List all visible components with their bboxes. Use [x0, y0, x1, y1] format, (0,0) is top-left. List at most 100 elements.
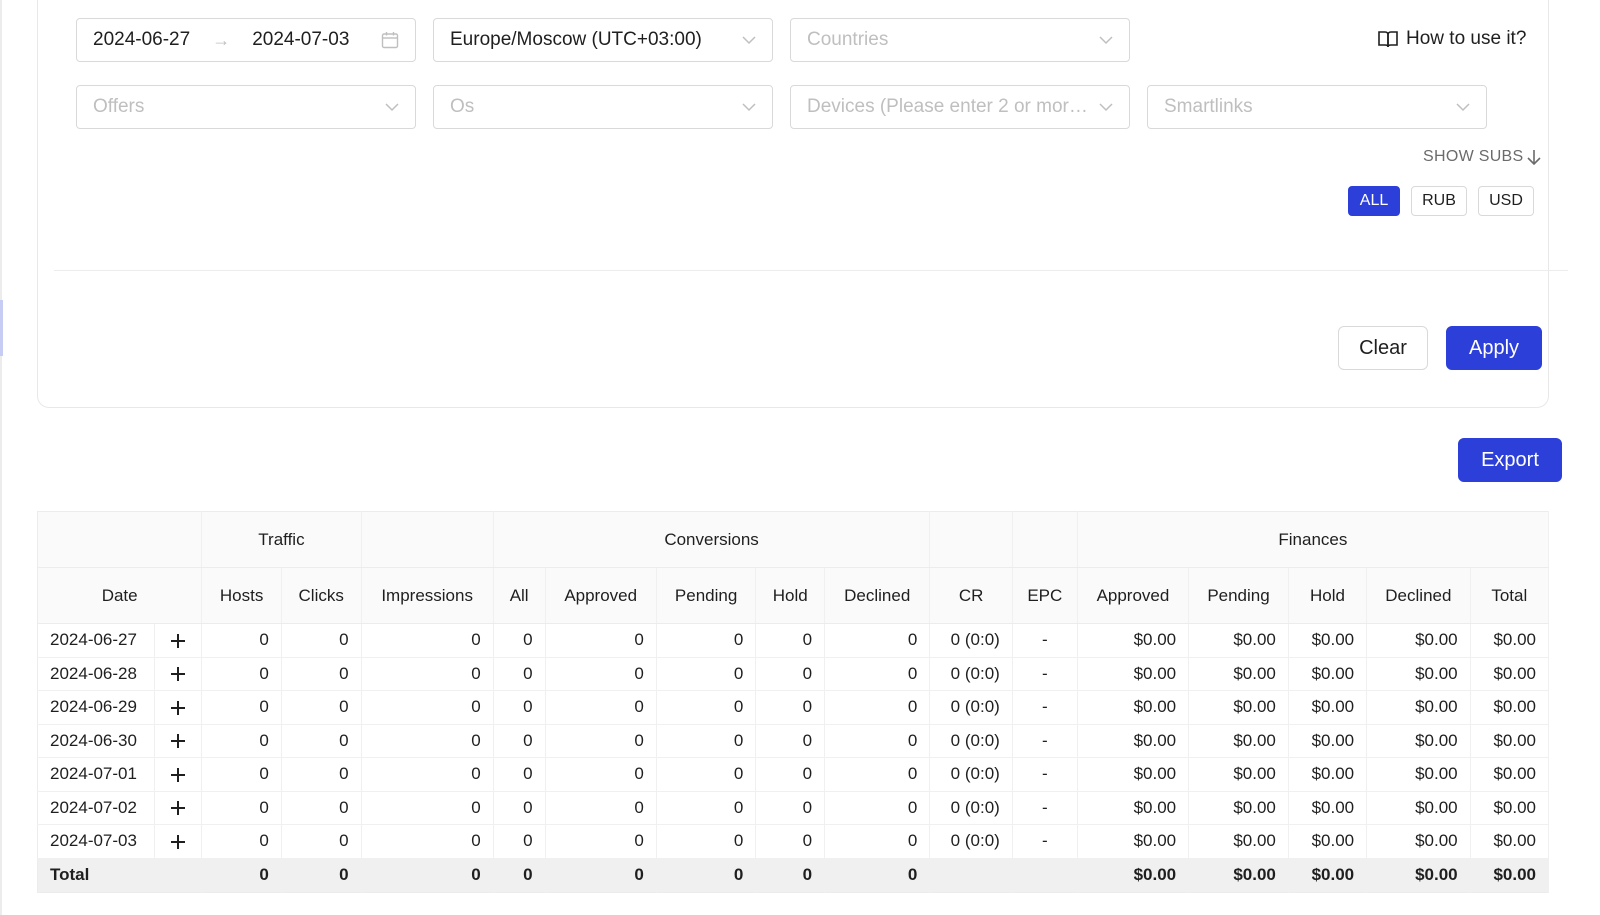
- cell-fin-total: $0.00: [1470, 657, 1550, 691]
- cell-conv-declined: 0: [824, 757, 931, 792]
- cell-conv-pending: 0: [656, 791, 757, 825]
- cell-epc: -: [1012, 791, 1078, 825]
- cell-date: 2024-07-02: [37, 791, 155, 825]
- calendar-icon: [381, 32, 399, 49]
- col-header-cr[interactable]: CR: [929, 567, 1013, 624]
- col-header-fin-declined[interactable]: Declined: [1366, 567, 1471, 624]
- plus-icon: [170, 700, 185, 715]
- cell-fin-total: $0.00: [1470, 690, 1550, 725]
- cell-conv-approved: 0: [545, 824, 657, 859]
- expand-row-button[interactable]: [154, 690, 203, 725]
- group-header-traffic: Traffic: [201, 511, 362, 568]
- cell-fin-hold: $0.00: [1288, 824, 1368, 859]
- expand-row-button[interactable]: [154, 623, 203, 658]
- cell-conv-pending: 0: [656, 690, 757, 725]
- chevron-down-icon: [385, 103, 399, 112]
- group-header-finances: Finances: [1077, 511, 1550, 568]
- cell-conv-hold: 0: [755, 757, 826, 792]
- how-to-use-link[interactable]: How to use it?: [1377, 28, 1526, 50]
- cell-conv-all: 0: [493, 690, 546, 725]
- table-total-row: Total 0 0 0 0 0 0 0 0 $0.00 $0.00 $0.00 $0.00 $0.00: [37, 858, 1550, 892]
- cell-date: 2024-07-01: [37, 757, 155, 792]
- currency-all-button[interactable]: ALL: [1348, 186, 1400, 216]
- cell-date: 2024-06-27: [37, 623, 155, 658]
- cell-conv-approved: 0: [545, 791, 657, 825]
- table-row: 2024-06-30 0 0 0 0 0 0 0 0 0 (0:0) - $0.…: [37, 724, 1550, 758]
- expand-row-button[interactable]: [154, 824, 203, 859]
- cell-clicks: 0: [281, 724, 362, 758]
- smartlinks-select[interactable]: Smartlinks: [1147, 85, 1487, 129]
- cell-total-fin-hold: $0.00: [1288, 858, 1368, 892]
- expand-row-button[interactable]: [154, 791, 203, 825]
- cell-fin-hold: $0.00: [1288, 757, 1368, 792]
- col-header-fin-total[interactable]: Total: [1470, 567, 1550, 624]
- show-subs-toggle[interactable]: SHOW SUBS: [1423, 148, 1541, 166]
- col-header-conv-approved[interactable]: Approved: [545, 567, 657, 624]
- os-select[interactable]: Os: [433, 85, 773, 129]
- apply-button[interactable]: Apply: [1446, 326, 1542, 370]
- currency-usd-button[interactable]: USD: [1478, 186, 1534, 216]
- devices-select[interactable]: Devices (Please enter 2 or more ...: [790, 85, 1130, 129]
- cell-conv-all: 0: [493, 824, 546, 859]
- currency-rub-button[interactable]: RUB: [1411, 186, 1467, 216]
- cell-cr: 0 (0:0): [929, 824, 1013, 859]
- cell-conv-approved: 0: [545, 724, 657, 758]
- cell-clicks: 0: [281, 824, 362, 859]
- cell-fin-total: $0.00: [1470, 757, 1550, 792]
- chevron-down-icon: [1456, 103, 1470, 112]
- cell-fin-declined: $0.00: [1366, 623, 1471, 658]
- col-header-fin-approved[interactable]: Approved: [1077, 567, 1190, 624]
- date-range-picker[interactable]: 2024-06-27 → 2024-07-03: [76, 18, 416, 62]
- cell-total-fin-pending: $0.00: [1188, 858, 1289, 892]
- export-button[interactable]: Export: [1458, 438, 1562, 482]
- group-header-blank: [1012, 511, 1078, 568]
- group-header-blank: [361, 511, 494, 568]
- cell-total-impressions: 0: [361, 858, 494, 892]
- clear-button[interactable]: Clear: [1338, 326, 1428, 370]
- col-header-impressions[interactable]: Impressions: [361, 567, 494, 624]
- expand-row-button[interactable]: [154, 757, 203, 792]
- cell-epc: -: [1012, 724, 1078, 758]
- cell-fin-declined: $0.00: [1366, 657, 1471, 691]
- col-header-conv-declined[interactable]: Declined: [824, 567, 931, 624]
- cell-clicks: 0: [281, 657, 362, 691]
- cell-epc: -: [1012, 757, 1078, 792]
- col-header-date[interactable]: Date: [37, 567, 203, 624]
- cell-conv-pending: 0: [656, 757, 757, 792]
- date-end-value: 2024-07-03: [252, 29, 350, 50]
- col-header-epc[interactable]: EPC: [1012, 567, 1078, 624]
- col-header-conv-all[interactable]: All: [493, 567, 546, 624]
- cell-hosts: 0: [201, 791, 282, 825]
- table-row: 2024-07-03 0 0 0 0 0 0 0 0 0 (0:0) - $0.…: [37, 824, 1550, 859]
- cell-fin-total: $0.00: [1470, 623, 1550, 658]
- col-header-fin-hold[interactable]: Hold: [1288, 567, 1368, 624]
- col-header-conv-hold[interactable]: Hold: [755, 567, 826, 624]
- cell-fin-approved: $0.00: [1077, 824, 1190, 859]
- col-header-hosts[interactable]: Hosts: [201, 567, 282, 624]
- plus-icon: [170, 667, 185, 682]
- expand-row-button[interactable]: [154, 657, 203, 691]
- cell-hosts: 0: [201, 657, 282, 691]
- plus-icon: [170, 734, 185, 749]
- col-header-conv-pending[interactable]: Pending: [656, 567, 757, 624]
- table-row: 2024-06-29 0 0 0 0 0 0 0 0 0 (0:0) - $0.…: [37, 690, 1550, 725]
- cell-fin-pending: $0.00: [1188, 724, 1289, 758]
- col-header-clicks[interactable]: Clicks: [281, 567, 362, 624]
- cell-hosts: 0: [201, 824, 282, 859]
- countries-placeholder: Countries: [807, 29, 889, 50]
- cell-conv-pending: 0: [656, 657, 757, 691]
- cell-impressions: 0: [361, 757, 494, 792]
- chevron-down-icon: [1099, 36, 1113, 45]
- expand-row-button[interactable]: [154, 724, 203, 758]
- offers-select[interactable]: Offers: [76, 85, 416, 129]
- countries-select[interactable]: Countries: [790, 18, 1130, 62]
- timezone-select[interactable]: Europe/Moscow (UTC+03:00): [433, 18, 773, 62]
- cell-cr: 0 (0:0): [929, 724, 1013, 758]
- cell-fin-approved: $0.00: [1077, 724, 1190, 758]
- cell-conv-approved: 0: [545, 690, 657, 725]
- cell-conv-hold: 0: [755, 657, 826, 691]
- col-header-fin-pending[interactable]: Pending: [1188, 567, 1289, 624]
- scroll-indicator[interactable]: [0, 300, 3, 356]
- table-row: 2024-06-27 0 0 0 0 0 0 0 0 0 (0:0) - $0.…: [37, 623, 1550, 658]
- cell-fin-approved: $0.00: [1077, 791, 1190, 825]
